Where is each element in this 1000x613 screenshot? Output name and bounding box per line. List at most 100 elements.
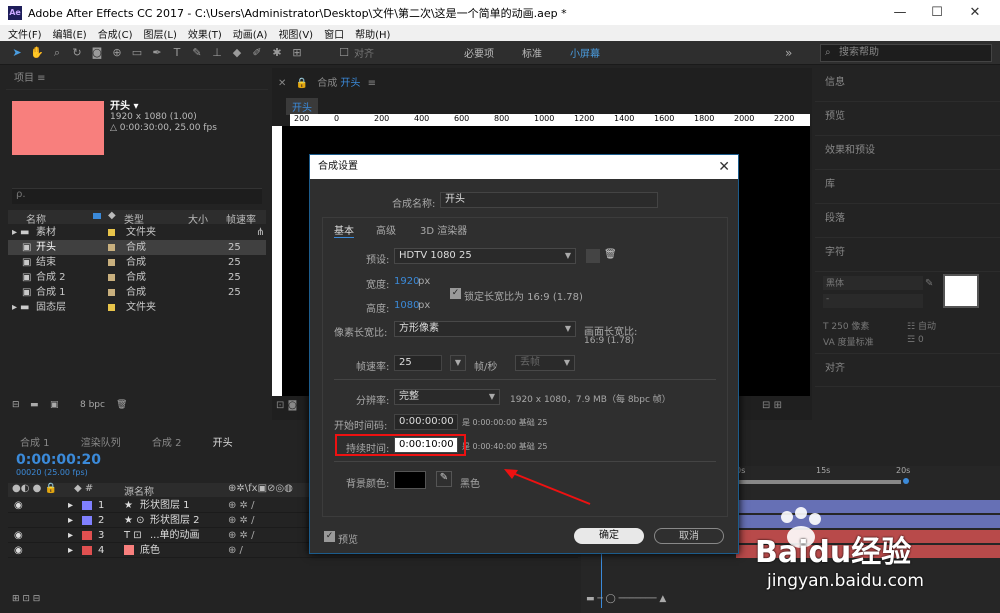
menu-window[interactable]: 窗口 [324,26,344,41]
preview-checkbox[interactable]: ✓ [324,531,335,542]
project-search-input[interactable]: ρ. [12,188,262,204]
frame-rate-input[interactable]: 25 [394,355,442,371]
fill-color-swatch[interactable] [943,274,979,308]
work-area-bar[interactable] [736,480,901,484]
minimize-button[interactable]: — [880,0,920,25]
project-item-folder-footage[interactable]: ▸ ▬ 素材 文件夹 ⋔ [8,225,266,240]
current-time-display[interactable]: 0:00:00:20 [16,452,101,468]
new-comp-icon[interactable]: ▣ [50,400,59,410]
font-style-dropdown[interactable]: - [823,294,923,308]
eyedropper-icon[interactable]: ✎ [925,278,933,289]
col-fps[interactable]: 帧速率 [226,211,256,226]
hand-tool-icon[interactable]: ✋ [30,46,44,60]
preset-dropdown[interactable]: HDTV 1080 25 ▼ [394,248,576,264]
project-item-comp-1[interactable]: ▣ 合成 1 合成 25 [8,285,266,300]
workspace-essentials[interactable]: 必要项 [464,45,494,60]
clone-stamp-tool-icon[interactable]: ⊥ [210,46,224,60]
cancel-button[interactable]: 取消 [654,528,724,544]
comp-breadcrumb[interactable]: 开头 [286,98,318,115]
workspace-small-screen[interactable]: 小屏幕 [570,45,600,60]
zoom-slider[interactable]: ▬ ─ ◯ ─────── ▲ [586,594,666,604]
close-icon[interactable]: ✕ [718,155,730,179]
viewer-tab[interactable]: ✕ 🔒 合成 开头 ≡ [278,74,376,89]
project-item-comp-2[interactable]: ▣ 合成 2 合成 25 [8,270,266,285]
pan-behind-tool-icon[interactable]: ⊕ [110,46,124,60]
expand-arrow-icon[interactable]: ▸ [68,528,73,543]
roto-brush-tool-icon[interactable]: ✐ [250,46,264,60]
layer-name[interactable]: 形状图层 1 [140,498,190,513]
work-area-end-handle[interactable] [903,478,909,484]
layer-label-color[interactable] [82,531,92,540]
tab-comp-1[interactable]: 合成 1 [20,434,50,449]
panel-paragraph[interactable]: 段落 [815,204,1000,238]
snap-checkbox[interactable]: ☐ [337,46,351,60]
col-source-name[interactable]: 源名称 [124,483,154,498]
col-name[interactable]: 名称 [26,211,46,226]
font-size-field[interactable]: T 250 像素 [823,319,869,332]
layer-name[interactable]: 底色 [140,543,160,558]
workspace-standard[interactable]: 标准 [522,45,542,60]
expand-arrow-icon[interactable]: ▸ [68,513,73,528]
panel-effects-presets[interactable]: 效果和预设 [815,136,1000,170]
visibility-eye-icon[interactable]: ◉ [14,543,23,558]
font-family-dropdown[interactable]: 黑体 [823,276,923,290]
more-workspaces-button[interactable]: » [785,46,792,60]
project-item-comp-end[interactable]: ▣ 结束 合成 25 [8,255,266,270]
show-snapshot-icon[interactable]: ◙ [288,400,298,411]
timeline-footer-icons[interactable]: ⊞ ⊡ ⊟ [12,594,40,604]
bg-color-swatch[interactable] [394,471,426,489]
pixel-aspect-dropdown[interactable]: 方形像素 ▼ [394,321,576,337]
delete-preset-icon[interactable]: 🗑 [604,249,618,263]
tab-3d-renderer[interactable]: 3D 渲染器 [420,222,467,237]
width-value[interactable]: 1920 [394,276,419,287]
pen-tool-icon[interactable]: ✒ [150,46,164,60]
bpc-button[interactable]: 8 bpc [80,400,105,410]
save-preset-icon[interactable] [586,249,600,263]
lock-icon[interactable]: 🔒 [296,78,308,89]
col-size[interactable]: 大小 [188,211,208,226]
flowchart-icon[interactable]: ⊟ [762,400,770,411]
leading-field[interactable]: ☷ 自动 [907,319,936,332]
menu-edit[interactable]: 编辑(E) [53,26,87,41]
type-tool-icon[interactable]: T [170,46,184,60]
comp-name-input[interactable]: 开头 [440,192,658,208]
interpret-footage-icon[interactable]: ⊟ [12,400,20,410]
panel-align[interactable]: 对齐 [815,353,1000,387]
menu-file[interactable]: 文件(F) [8,26,42,41]
layer-bar[interactable] [736,500,1000,513]
tab-start[interactable]: 开头 [213,434,233,449]
snapshot-icon[interactable]: ⊡ [276,400,284,411]
height-value[interactable]: 1080 [394,300,419,311]
expand-arrow-icon[interactable]: ▸ [12,225,17,240]
layer-switches[interactable]: ⊕ ✲ / [228,498,254,513]
new-folder-icon[interactable]: ▬ [30,400,39,410]
panel-libraries[interactable]: 库 [815,170,1000,204]
tracking-field[interactable]: ☲ 0 [907,335,924,345]
layer-bar[interactable] [736,515,1000,528]
frame-rate-dropdown[interactable]: ▼ [450,355,466,371]
lock-aspect-checkbox[interactable]: ✓ [450,288,461,299]
layer-switches[interactable]: ⊕ ✲ / [228,528,254,543]
menu-view[interactable]: 视图(V) [278,26,313,41]
menu-effect[interactable]: 效果(T) [188,26,222,41]
col-type[interactable]: 类型 [124,211,144,226]
panel-menu-icon[interactable]: ≡ [368,78,376,89]
kerning-field[interactable]: VA 度量标准 [823,335,874,348]
tab-basic[interactable]: 基本 [334,222,354,238]
layer-switches[interactable]: ⊕ / [228,543,243,558]
panel-info[interactable]: 信息 [815,68,1000,102]
zoom-tool-icon[interactable]: ⌕ [50,46,64,60]
resolution-dropdown[interactable]: 完整 ▼ [394,389,500,405]
menu-animation[interactable]: 动画(A) [233,26,268,41]
layer-name[interactable]: 形状图层 2 [150,513,200,528]
ok-button[interactable]: 确定 [574,528,644,544]
close-tab-icon[interactable]: ✕ [278,78,286,89]
panel-character[interactable]: 字符 [815,238,1000,272]
visibility-eye-icon[interactable]: ◉ [14,498,23,513]
region-icon[interactable]: ⊞ [774,400,782,411]
eyedropper-icon[interactable]: ✎ [436,471,452,487]
panel-preview[interactable]: 预览 [815,102,1000,136]
menu-layer[interactable]: 图层(L) [143,26,176,41]
layer-label-color[interactable] [82,501,92,510]
rectangle-tool-icon[interactable]: ▭ [130,46,144,60]
